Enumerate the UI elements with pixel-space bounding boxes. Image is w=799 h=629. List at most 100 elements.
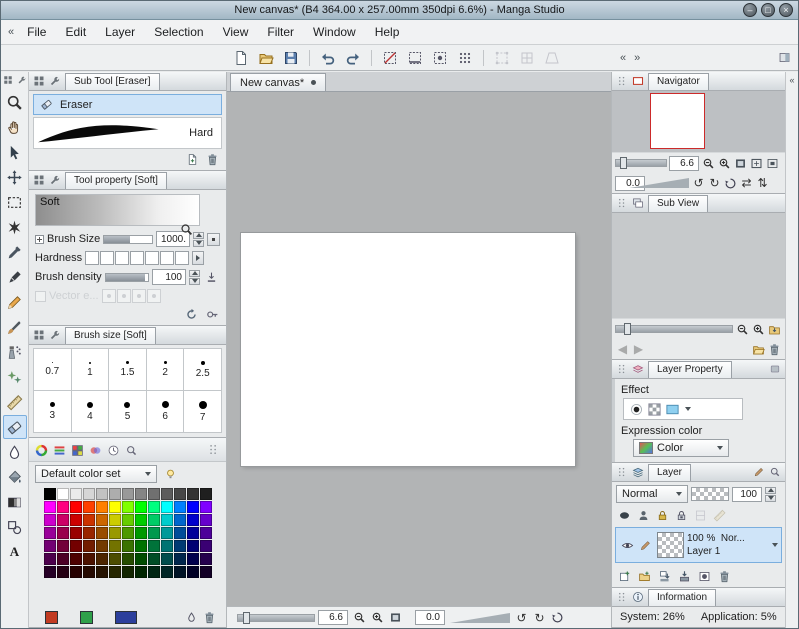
color-swatch[interactable] bbox=[135, 540, 147, 552]
magnify-minus-icon[interactable] bbox=[735, 321, 750, 337]
grip-icon[interactable] bbox=[615, 362, 629, 376]
fit-screen-icon[interactable] bbox=[733, 155, 748, 171]
trash-icon[interactable] bbox=[716, 568, 733, 584]
color-history-icon[interactable] bbox=[105, 442, 122, 458]
panel-menu-icon[interactable] bbox=[2, 74, 14, 86]
flip-v-icon[interactable]: ⇅ bbox=[755, 175, 770, 191]
zoom-reset-icon[interactable] bbox=[765, 155, 780, 171]
color-swatch[interactable] bbox=[187, 514, 199, 526]
color-swatch[interactable] bbox=[135, 566, 147, 578]
status-zoom-value[interactable]: 6.6 bbox=[318, 610, 348, 625]
segment-option[interactable] bbox=[100, 251, 115, 265]
layer-thumbnail[interactable] bbox=[657, 532, 684, 558]
trash-icon[interactable] bbox=[204, 151, 221, 167]
lock-alpha-icon[interactable] bbox=[673, 507, 690, 523]
snap-special-button[interactable] bbox=[428, 47, 452, 68]
panel-menu-icon[interactable] bbox=[32, 173, 46, 187]
import-image-icon[interactable] bbox=[767, 321, 782, 337]
color-swatch[interactable] bbox=[109, 566, 121, 578]
navigator-view-frame[interactable] bbox=[650, 93, 705, 149]
color-swatch[interactable] bbox=[161, 527, 173, 539]
move-tool[interactable] bbox=[3, 165, 27, 189]
lamp-icon[interactable] bbox=[162, 466, 179, 482]
segment-option[interactable] bbox=[160, 251, 175, 265]
color-wheel-icon[interactable] bbox=[33, 442, 50, 458]
operation-tool[interactable] bbox=[3, 140, 27, 164]
color-swatch[interactable] bbox=[200, 527, 212, 539]
flip-h-icon[interactable]: ⇄ bbox=[739, 175, 754, 191]
color-swatch[interactable] bbox=[122, 566, 134, 578]
brush-size-0.7[interactable]: 0.7 bbox=[34, 349, 71, 390]
person-icon[interactable] bbox=[635, 507, 652, 523]
subview-zoom-slider[interactable] bbox=[615, 323, 733, 335]
fill-tool[interactable] bbox=[3, 465, 27, 489]
eraser-tool[interactable] bbox=[2, 415, 27, 439]
color-set-dropdown[interactable]: Default color set bbox=[35, 465, 157, 483]
color-swatch[interactable] bbox=[135, 527, 147, 539]
color-swatch[interactable] bbox=[122, 553, 134, 565]
canvas-viewport[interactable] bbox=[227, 92, 611, 606]
grip-icon[interactable] bbox=[615, 465, 629, 479]
brush-size-unit-button[interactable] bbox=[207, 232, 220, 246]
navigator-title[interactable]: Navigator bbox=[648, 73, 709, 90]
opacity-gradient-chip[interactable] bbox=[691, 487, 729, 501]
layer-opacity-value[interactable]: 100 bbox=[732, 486, 762, 502]
color-swatch[interactable] bbox=[161, 566, 173, 578]
brush-size-2[interactable]: 2 bbox=[146, 349, 184, 390]
new-layer-icon[interactable] bbox=[616, 568, 633, 584]
color-swatch[interactable] bbox=[57, 540, 69, 552]
border-effect-icon[interactable] bbox=[628, 401, 645, 417]
airbrush-tool[interactable] bbox=[3, 340, 27, 364]
open-file-icon[interactable] bbox=[751, 341, 766, 357]
color-swatch[interactable] bbox=[44, 514, 56, 526]
layer-panel-title[interactable]: Layer bbox=[648, 464, 692, 481]
effects-tab-icon[interactable] bbox=[768, 362, 782, 376]
rotate-ccw-icon[interactable]: ↺ bbox=[513, 610, 530, 626]
document-tab[interactable]: New canvas* bbox=[230, 73, 327, 91]
merge-down-icon[interactable] bbox=[676, 568, 693, 584]
segment-option[interactable] bbox=[85, 251, 100, 265]
subtool-panel-title[interactable]: Sub Tool [Eraser] bbox=[65, 73, 160, 90]
brush-size-7[interactable]: 7 bbox=[184, 391, 221, 432]
color-swatch[interactable] bbox=[148, 488, 160, 500]
color-swatch[interactable] bbox=[148, 540, 160, 552]
navigator-zoom-value[interactable]: 6.6 bbox=[669, 155, 699, 171]
information-title[interactable]: Information bbox=[648, 589, 717, 606]
magnify-minus-icon[interactable] bbox=[701, 155, 716, 171]
layerprop-icon[interactable] bbox=[631, 362, 645, 376]
color-swatch[interactable] bbox=[161, 553, 173, 565]
color-swatch[interactable] bbox=[174, 527, 186, 539]
eyedropper-tool[interactable] bbox=[3, 240, 27, 264]
decoration-tool[interactable] bbox=[3, 365, 27, 389]
color-swatch[interactable] bbox=[161, 540, 173, 552]
color-swatch[interactable] bbox=[122, 514, 134, 526]
layers-icon[interactable] bbox=[631, 465, 645, 479]
color-swatch[interactable] bbox=[109, 501, 121, 513]
eraser-icon[interactable] bbox=[38, 97, 55, 113]
color-swatch[interactable] bbox=[122, 488, 134, 500]
color-swatch[interactable] bbox=[148, 553, 160, 565]
pencil-edit-icon[interactable] bbox=[637, 537, 654, 553]
color-swatch[interactable] bbox=[70, 540, 82, 552]
color-swatch[interactable] bbox=[57, 514, 69, 526]
info-icon[interactable] bbox=[631, 590, 645, 604]
magnify-plus-icon[interactable] bbox=[751, 321, 766, 337]
grip-icon[interactable] bbox=[615, 74, 629, 88]
new-page-icon[interactable] bbox=[184, 151, 201, 167]
color-swatch[interactable] bbox=[83, 514, 95, 526]
subtool-item-eraser[interactable]: Eraser bbox=[33, 94, 222, 115]
refresh-icon[interactable] bbox=[183, 306, 200, 322]
trash-icon[interactable] bbox=[767, 341, 782, 357]
snap-ruler-button[interactable] bbox=[403, 47, 427, 68]
slider-knob[interactable] bbox=[619, 157, 627, 169]
color-swatch[interactable] bbox=[187, 527, 199, 539]
snap-off-button[interactable] bbox=[378, 47, 402, 68]
auto-select-tool[interactable] bbox=[3, 215, 27, 239]
segment-option[interactable] bbox=[175, 251, 190, 265]
text-tool[interactable]: A bbox=[3, 540, 27, 564]
pencil-edit-icon[interactable] bbox=[752, 465, 766, 479]
color-swatch[interactable] bbox=[109, 553, 121, 565]
brush-size-6[interactable]: 6 bbox=[146, 391, 184, 432]
hardness-expand-button[interactable] bbox=[192, 251, 205, 265]
color-swatch[interactable] bbox=[200, 553, 212, 565]
